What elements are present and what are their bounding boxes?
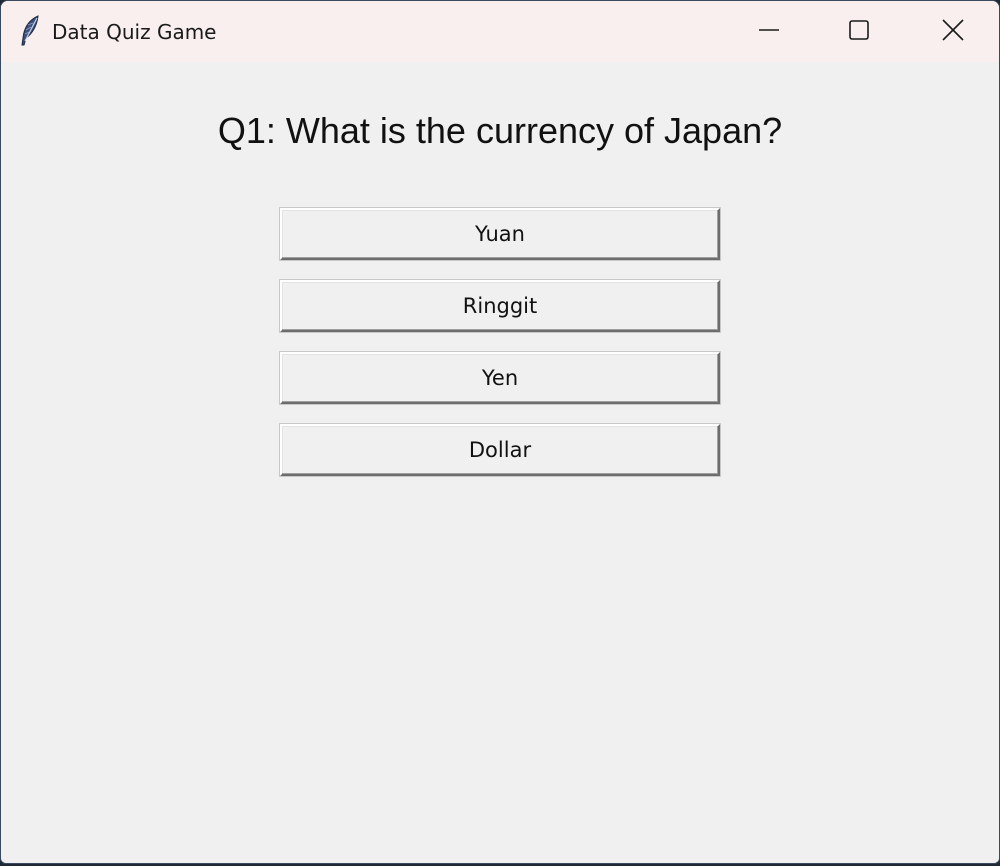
app-window: Data Quiz Game Q1: What is the currency …	[0, 0, 1000, 864]
feather-icon	[19, 14, 43, 48]
maximize-icon	[848, 19, 870, 41]
title-bar[interactable]: Data Quiz Game	[1, 1, 999, 62]
maximize-button[interactable]	[813, 1, 905, 59]
answer-button-yen[interactable]: Yen	[279, 351, 721, 405]
close-button[interactable]	[907, 1, 999, 59]
close-icon	[941, 18, 965, 42]
minimize-button[interactable]	[723, 1, 815, 59]
answer-button-ringgit[interactable]: Ringgit	[279, 279, 721, 333]
answer-button-dollar[interactable]: Dollar	[279, 423, 721, 477]
question-label: Q1: What is the currency of Japan?	[217, 110, 783, 151]
answer-button-yuan[interactable]: Yuan	[279, 207, 721, 261]
quiz-panel: Q1: What is the currency of Japan? Yuan …	[1, 62, 999, 863]
minimize-icon	[758, 19, 780, 41]
window-title: Data Quiz Game	[52, 20, 217, 44]
